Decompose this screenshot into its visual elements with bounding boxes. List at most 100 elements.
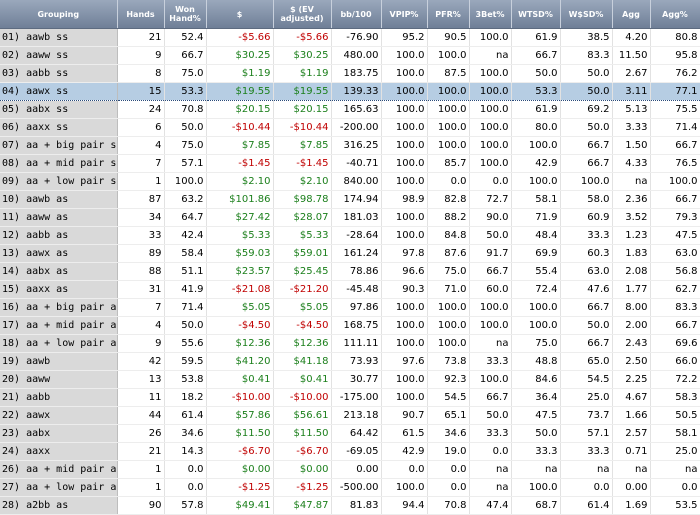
table-row[interactable]: 05) aabx ss 24 70.8 $20.15 $20.15 165.63 100.0… bbox=[0, 100, 700, 119]
cell-hands: 90 bbox=[117, 496, 165, 515]
cell-vpip-pct: 100.0 bbox=[381, 64, 428, 83]
cell-agg-pct: 69.6 bbox=[650, 334, 700, 353]
cell-vpip-pct: 97.8 bbox=[381, 244, 428, 263]
table-row[interactable]: 22) aawx 44 61.4 $57.86 $56.61 213.18 90.7 65.1… bbox=[0, 406, 700, 425]
table-row[interactable]: 09) aa + low pair ss 1 100.0 $2.10 $2.10 840.… bbox=[0, 172, 700, 191]
cell-wtsd-pct: 68.7 bbox=[511, 496, 561, 515]
cell-hands: 6 bbox=[117, 118, 165, 137]
cell-3bet-pct: 33.3 bbox=[469, 352, 512, 371]
table-row[interactable]: 23) aabx 26 34.6 $11.50 $11.50 64.42 61.5 34.6 3… bbox=[0, 424, 700, 443]
table-row[interactable]: 06) aaxx ss 6 50.0 -$10.44 -$10.44 -200.00 100… bbox=[0, 118, 700, 137]
cell-agg: 2.25 bbox=[612, 370, 651, 389]
table-row[interactable]: 02) aaww ss 9 66.7 $30.25 $30.25 480.00 100.0 1… bbox=[0, 46, 700, 65]
table-row[interactable]: 01) aawb ss 21 52.4 -$5.66 -$5.66 -76.90 95.2 9… bbox=[0, 28, 700, 47]
table-row[interactable]: 15) aaxx as 31 41.9 -$21.08 -$21.20 -45.48 90.… bbox=[0, 280, 700, 299]
cell-dollars: -$1.45 bbox=[206, 154, 274, 173]
column-header-wsd-pct[interactable]: W$SD% bbox=[560, 0, 613, 29]
column-header-hands[interactable]: Hands bbox=[117, 0, 165, 29]
cell-dollars-ev-adjusted: $5.33 bbox=[273, 226, 332, 245]
table-row[interactable]: 26) aa + mid pair as 1 0.0 $0.00 $0.00 0.00 0.… bbox=[0, 460, 700, 479]
cell-won-hand-pct: 64.7 bbox=[164, 208, 207, 227]
column-header-3bet-pct[interactable]: 3Bet% bbox=[469, 0, 512, 29]
cell-bb-per-100: 0.00 bbox=[331, 460, 382, 479]
cell-won-hand-pct: 61.4 bbox=[164, 406, 207, 425]
cell-won-hand-pct: 59.5 bbox=[164, 352, 207, 371]
cell-agg-pct: 79.3 bbox=[650, 208, 700, 227]
cell-vpip-pct: 100.0 bbox=[381, 46, 428, 65]
column-header-won-hand-pct[interactable]: Won Hand% bbox=[164, 0, 207, 29]
table-row[interactable]: 10) aawb as 87 63.2 $101.86 $98.78 174.94 98.9… bbox=[0, 190, 700, 209]
cell-won-hand-pct: 63.2 bbox=[164, 190, 207, 209]
table-row[interactable]: 14) aabx as 88 51.1 $23.57 $25.45 78.86 96.6 75… bbox=[0, 262, 700, 281]
cell-wsd-pct: 63.0 bbox=[560, 262, 613, 281]
cell-3bet-pct: 72.7 bbox=[469, 190, 512, 209]
cell-vpip-pct: 95.2 bbox=[381, 28, 428, 47]
column-header-agg-pct[interactable]: Agg% bbox=[650, 0, 700, 29]
cell-agg-pct: 25.0 bbox=[650, 442, 700, 461]
cell-grouping: 02) aaww ss bbox=[0, 46, 118, 65]
cell-dollars: -$1.25 bbox=[206, 478, 274, 497]
column-header-grouping[interactable]: Grouping bbox=[0, 0, 118, 29]
cell-dollars: -$4.50 bbox=[206, 316, 274, 335]
table-row[interactable]: 24) aaxx 21 14.3 -$6.70 -$6.70 -69.05 42.9 19.0… bbox=[0, 442, 700, 461]
cell-3bet-pct: 50.0 bbox=[469, 406, 512, 425]
cell-dollars-ev-adjusted: $0.00 bbox=[273, 460, 332, 479]
cell-won-hand-pct: 41.9 bbox=[164, 280, 207, 299]
table-row[interactable]: 17) aa + mid pair as 4 50.0 -$4.50 -$4.50 168… bbox=[0, 316, 700, 335]
cell-agg-pct: 0.0 bbox=[650, 478, 700, 497]
cell-vpip-pct: 90.7 bbox=[381, 406, 428, 425]
cell-grouping: 12) aabb as bbox=[0, 226, 118, 245]
cell-dollars-ev-adjusted: $98.78 bbox=[273, 190, 332, 209]
cell-wtsd-pct: 48.8 bbox=[511, 352, 561, 371]
table-row[interactable]: 11) aaww as 34 64.7 $27.42 $28.07 181.03 100.0… bbox=[0, 208, 700, 227]
column-header-bb-per-100[interactable]: bb/100 bbox=[331, 0, 382, 29]
table-row[interactable]: 20) aaww 13 53.8 $0.41 $0.41 30.77 100.0 92.3 10… bbox=[0, 370, 700, 389]
table-row[interactable]: 04) aawx ss 15 53.3 $19.55 $19.55 139.33 100.0… bbox=[0, 82, 700, 101]
cell-pfr-pct: 100.0 bbox=[427, 334, 470, 353]
cell-wsd-pct: 100.0 bbox=[560, 172, 613, 191]
column-header-pfr-pct[interactable]: PFR% bbox=[427, 0, 470, 29]
table-row[interactable]: 07) aa + big pair ss 4 75.0 $7.85 $7.85 316.2… bbox=[0, 136, 700, 155]
cell-agg: 0.00 bbox=[612, 478, 651, 497]
cell-wsd-pct: 66.7 bbox=[560, 298, 613, 317]
cell-dollars-ev-adjusted: $41.18 bbox=[273, 352, 332, 371]
table-row[interactable]: 13) aawx as 89 58.4 $59.03 $59.01 161.24 97.8 8… bbox=[0, 244, 700, 263]
cell-pfr-pct: 0.0 bbox=[427, 460, 470, 479]
cell-vpip-pct: 100.0 bbox=[381, 226, 428, 245]
cell-agg: 1.77 bbox=[612, 280, 651, 299]
column-header-dollars-ev-adjusted[interactable]: $ (EV adjusted) bbox=[273, 0, 332, 29]
cell-bb-per-100: -175.00 bbox=[331, 388, 382, 407]
table-row[interactable]: 18) aa + low pair as 9 55.6 $12.36 $12.36 111… bbox=[0, 334, 700, 353]
cell-pfr-pct: 0.0 bbox=[427, 478, 470, 497]
table-row[interactable]: 12) aabb as 33 42.4 $5.33 $5.33 -28.64 100.0 84… bbox=[0, 226, 700, 245]
cell-bb-per-100: 480.00 bbox=[331, 46, 382, 65]
cell-agg: 1.23 bbox=[612, 226, 651, 245]
cell-hands: 89 bbox=[117, 244, 165, 263]
table-row[interactable]: 27) aa + low pair as 1 0.0 -$1.25 -$1.25 -500… bbox=[0, 478, 700, 497]
cell-wsd-pct: 50.0 bbox=[560, 316, 613, 335]
cell-dollars-ev-adjusted: -$1.45 bbox=[273, 154, 332, 173]
table-body: 01) aawb ss 21 52.4 -$5.66 -$5.66 -76.90 95.2 9… bbox=[0, 28, 700, 515]
table-row[interactable]: 19) aawb 42 59.5 $41.20 $41.18 73.93 97.6 73.8 3… bbox=[0, 352, 700, 371]
cell-wsd-pct: 33.3 bbox=[560, 226, 613, 245]
cell-3bet-pct: 60.0 bbox=[469, 280, 512, 299]
table-row[interactable]: 16) aa + big pair as 7 71.4 $5.05 $5.05 97.86… bbox=[0, 298, 700, 317]
cell-dollars: -$6.70 bbox=[206, 442, 274, 461]
cell-hands: 1 bbox=[117, 478, 165, 497]
table-row[interactable]: 21) aabb 11 18.2 -$10.00 -$10.00 -175.00 100.0… bbox=[0, 388, 700, 407]
cell-won-hand-pct: 53.3 bbox=[164, 82, 207, 101]
column-header-dollars[interactable]: $ bbox=[206, 0, 274, 29]
cell-dollars: $101.86 bbox=[206, 190, 274, 209]
cell-dollars: $57.86 bbox=[206, 406, 274, 425]
column-header-agg[interactable]: Agg bbox=[612, 0, 651, 29]
column-header-wtsd-pct[interactable]: WTSD% bbox=[511, 0, 561, 29]
table-row[interactable]: 28) a2bb as 90 57.8 $49.41 $47.87 81.83 94.4 70… bbox=[0, 496, 700, 515]
cell-3bet-pct: na bbox=[469, 478, 512, 497]
cell-vpip-pct: 100.0 bbox=[381, 118, 428, 137]
cell-wsd-pct: 54.5 bbox=[560, 370, 613, 389]
column-header-vpip-pct[interactable]: VPIP% bbox=[381, 0, 428, 29]
table-row[interactable]: 03) aabb ss 8 75.0 $1.19 $1.19 183.75 100.0 87.… bbox=[0, 64, 700, 83]
cell-pfr-pct: 70.8 bbox=[427, 496, 470, 515]
table-row[interactable]: 08) aa + mid pair ss 7 57.1 -$1.45 -$1.45 -40… bbox=[0, 154, 700, 173]
cell-3bet-pct: 100.0 bbox=[469, 136, 512, 155]
